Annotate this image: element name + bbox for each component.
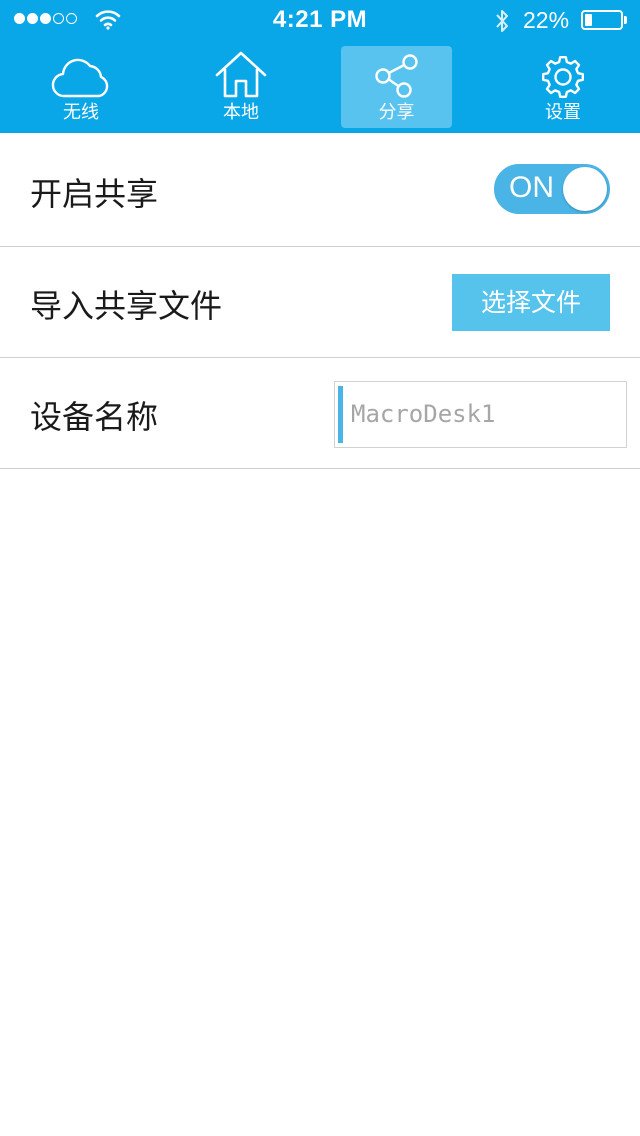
status-bar: 4:21 PM 22%: [0, 0, 640, 40]
top-bar: 4:21 PM 22% 无线 本地 分享 设置: [0, 0, 640, 133]
tab-wireless[interactable]: 无线: [25, 46, 137, 128]
enable-sharing-toggle[interactable]: ON: [494, 164, 610, 214]
tab-label: 设置: [545, 102, 581, 123]
battery-tip: [624, 16, 627, 24]
enable-sharing-label: 开启共享: [30, 175, 159, 213]
choose-file-button[interactable]: 选择文件: [452, 274, 610, 331]
cloud-icon: [51, 58, 109, 98]
battery-percentage: 22%: [523, 7, 570, 33]
gear-icon: [542, 56, 584, 98]
toggle-knob: [563, 167, 607, 211]
tab-label: 无线: [63, 102, 99, 123]
battery-icon: [581, 10, 623, 30]
device-name-row: 设备名称: [0, 358, 640, 469]
input-accent-bar: [338, 386, 343, 443]
battery-level: [585, 14, 592, 26]
device-name-input[interactable]: [351, 394, 613, 434]
tab-label: 本地: [223, 102, 259, 123]
tab-label: 分享: [378, 102, 415, 123]
tab-local[interactable]: 本地: [185, 46, 297, 128]
import-files-label: 导入共享文件: [30, 287, 223, 325]
import-files-row: 导入共享文件 选择文件: [0, 247, 640, 358]
tab-settings[interactable]: 设置: [507, 46, 619, 128]
gear-outline: [542, 56, 584, 98]
tab-share[interactable]: 分享: [341, 46, 452, 128]
toggle-state-text: ON: [509, 171, 554, 204]
bluetooth-icon: [496, 10, 508, 32]
share-icon: [374, 54, 418, 98]
home-icon: [215, 51, 267, 98]
enable-sharing-row: 开启共享 ON: [0, 133, 640, 247]
device-name-field[interactable]: [334, 381, 627, 448]
device-name-label: 设备名称: [30, 398, 159, 436]
